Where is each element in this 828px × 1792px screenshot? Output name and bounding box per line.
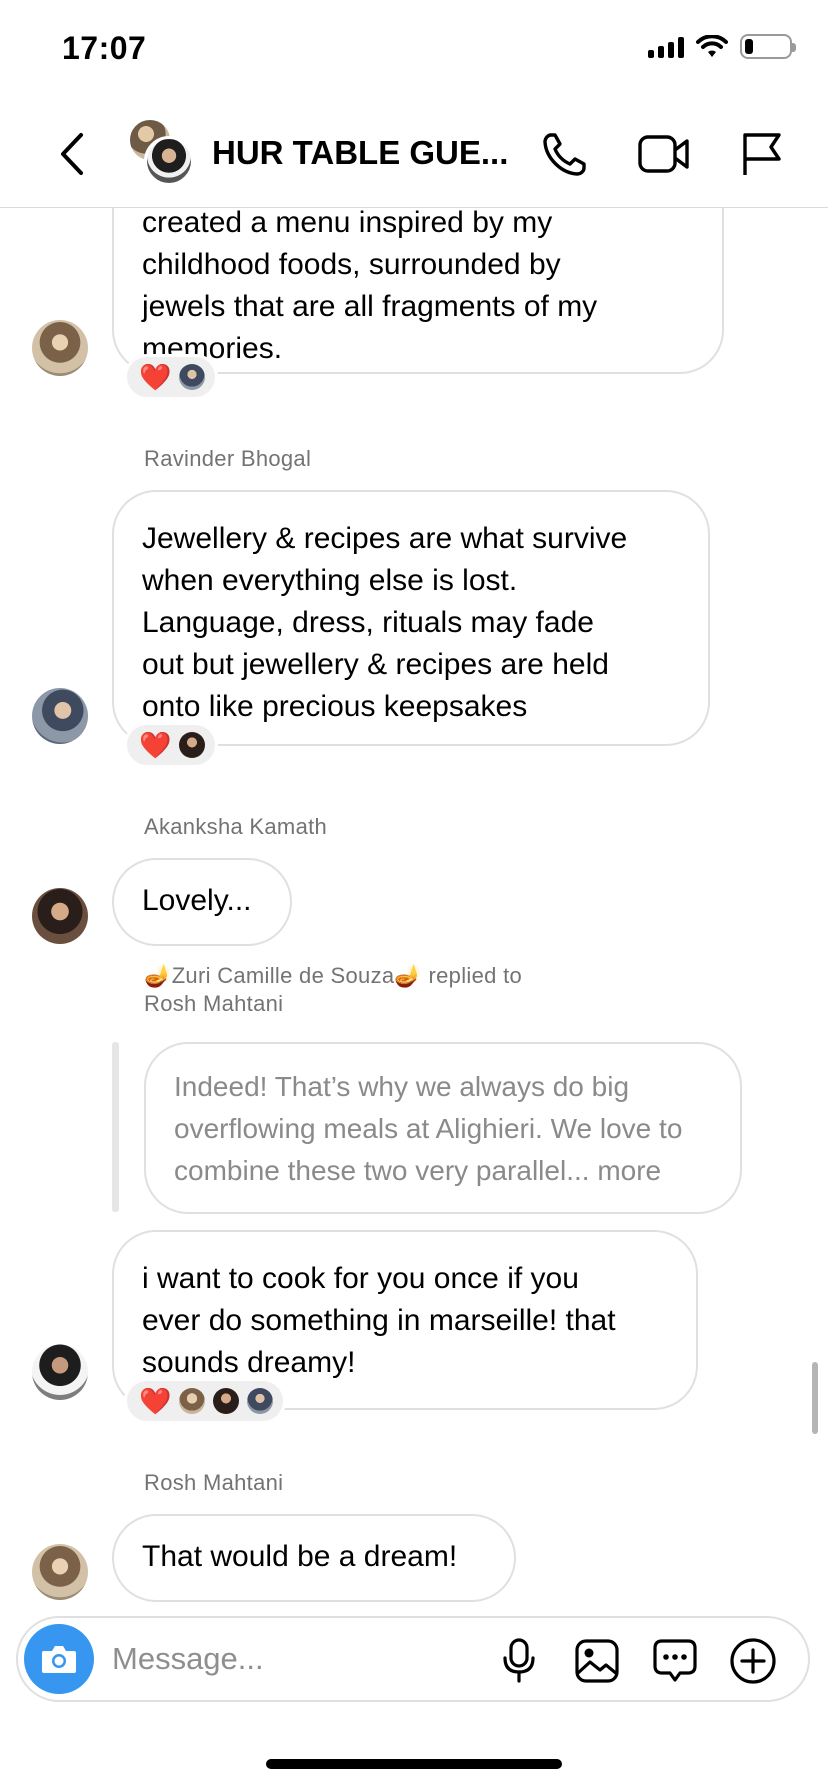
heart-reaction: ❤️ xyxy=(139,1386,172,1416)
phone-icon xyxy=(543,133,586,176)
chat-bubble-icon xyxy=(653,1639,697,1682)
status-time: 17:07 xyxy=(62,30,147,66)
status-bar: 17:07 xyxy=(0,0,828,100)
see-more-link[interactable]: more xyxy=(597,1155,661,1186)
sender-name: Akanksha Kamath xyxy=(144,814,328,839)
message-bubble[interactable]: Jewellery & recipes are what survive whe… xyxy=(112,490,710,746)
message-line: Lovely... xyxy=(142,884,252,917)
group-avatar[interactable] xyxy=(128,118,194,186)
message-bubble[interactable]: That would be a dream! xyxy=(112,1514,516,1602)
reaction-pill[interactable]: ❤️ xyxy=(124,722,219,768)
message-line: created a menu inspired by my xyxy=(142,208,553,239)
reactor-avatar xyxy=(179,364,206,390)
quoted-line: Indeed! That’s why we always do big xyxy=(174,1071,630,1102)
heart-reaction: ❤️ xyxy=(139,362,172,392)
message-line: ever do something in marseille! that xyxy=(142,1304,616,1337)
camera-button[interactable] xyxy=(24,1624,94,1694)
sticker-button[interactable] xyxy=(650,1636,700,1686)
video-call-button[interactable] xyxy=(636,126,692,182)
back-button[interactable] xyxy=(50,128,94,180)
message-line: when everything else is lost. xyxy=(142,564,518,597)
message-line: jewels that are all fragments of my xyxy=(142,290,598,323)
reply-context-line: 🪔Zuri Camille de Souza🪔 replied to xyxy=(144,963,523,988)
group-avatar-member-2 xyxy=(144,136,194,186)
chat-header: HUR TABLE GUE... xyxy=(0,100,828,208)
quoted-line: overflowing meals at Alighieri. We love … xyxy=(174,1113,683,1144)
quoted-line-last: combine these two very parallel... more xyxy=(174,1150,712,1192)
gallery-button[interactable] xyxy=(572,1636,622,1686)
sender-name: Ravinder Bhogal xyxy=(144,446,312,471)
avatar[interactable] xyxy=(32,1344,88,1400)
message-bubble[interactable]: Lovely... xyxy=(112,858,292,946)
reactor-avatar xyxy=(213,1388,240,1414)
heart-reaction: ❤️ xyxy=(139,730,172,760)
image-icon xyxy=(575,1639,619,1683)
voice-message-button[interactable] xyxy=(494,1636,544,1686)
message-line: out but jewellery & recipes are held xyxy=(142,648,609,681)
reaction-pill[interactable]: ❤️ xyxy=(124,1378,287,1424)
status-icons xyxy=(648,34,796,59)
message-composer xyxy=(16,1616,810,1702)
message-line: onto like precious keepsakes xyxy=(142,690,528,723)
cellular-signal-icon xyxy=(648,36,684,58)
message-line: That would be a dream! xyxy=(142,1540,458,1573)
battery-icon xyxy=(740,34,796,59)
battery-level xyxy=(745,39,754,54)
microphone-icon xyxy=(503,1638,535,1683)
avatar[interactable] xyxy=(32,320,88,376)
message-input[interactable] xyxy=(112,1636,492,1682)
message-line: memories. xyxy=(142,332,283,365)
quoted-message[interactable]: Indeed! That’s why we always do big over… xyxy=(144,1042,742,1214)
message-thread[interactable]: created a menu inspired by my childhood … xyxy=(0,208,828,1608)
reaction-pill[interactable]: ❤️ xyxy=(124,354,219,400)
reply-context-line: Rosh Mahtani xyxy=(144,991,284,1016)
avatar[interactable] xyxy=(32,688,88,744)
quoted-line: combine these two very parallel... xyxy=(174,1155,590,1186)
chat-title[interactable]: HUR TABLE GUE... xyxy=(212,134,508,172)
avatar[interactable] xyxy=(32,888,88,944)
message-line: Jewellery & recipes are what survive xyxy=(142,522,628,555)
reply-quote-bar xyxy=(112,1042,119,1212)
avatar[interactable] xyxy=(32,1544,88,1600)
flag-icon xyxy=(743,133,781,175)
chevron-left-icon xyxy=(61,133,83,175)
wifi-icon xyxy=(696,34,728,57)
reactor-avatar xyxy=(179,732,206,758)
plus-circle-icon xyxy=(730,1638,776,1684)
message-line: i want to cook for you once if you xyxy=(142,1262,579,1295)
message-bubble[interactable]: created a menu inspired by my childhood … xyxy=(112,208,724,374)
voice-call-button[interactable] xyxy=(537,126,593,182)
add-button[interactable] xyxy=(728,1636,778,1686)
scrollbar[interactable] xyxy=(812,1362,818,1434)
camera-icon xyxy=(42,1646,76,1673)
home-indicator[interactable] xyxy=(266,1759,562,1769)
video-camera-icon xyxy=(638,135,689,173)
sender-name: Rosh Mahtani xyxy=(144,1470,284,1495)
message-line: childhood foods, surrounded by xyxy=(142,248,561,281)
report-button[interactable] xyxy=(734,126,790,182)
reply-context-label: 🪔Zuri Camille de Souza🪔 replied to Rosh … xyxy=(144,962,522,1018)
reactor-avatar xyxy=(247,1388,274,1414)
message-line: Language, dress, rituals may fade xyxy=(142,606,594,639)
reactor-avatar xyxy=(179,1388,206,1414)
